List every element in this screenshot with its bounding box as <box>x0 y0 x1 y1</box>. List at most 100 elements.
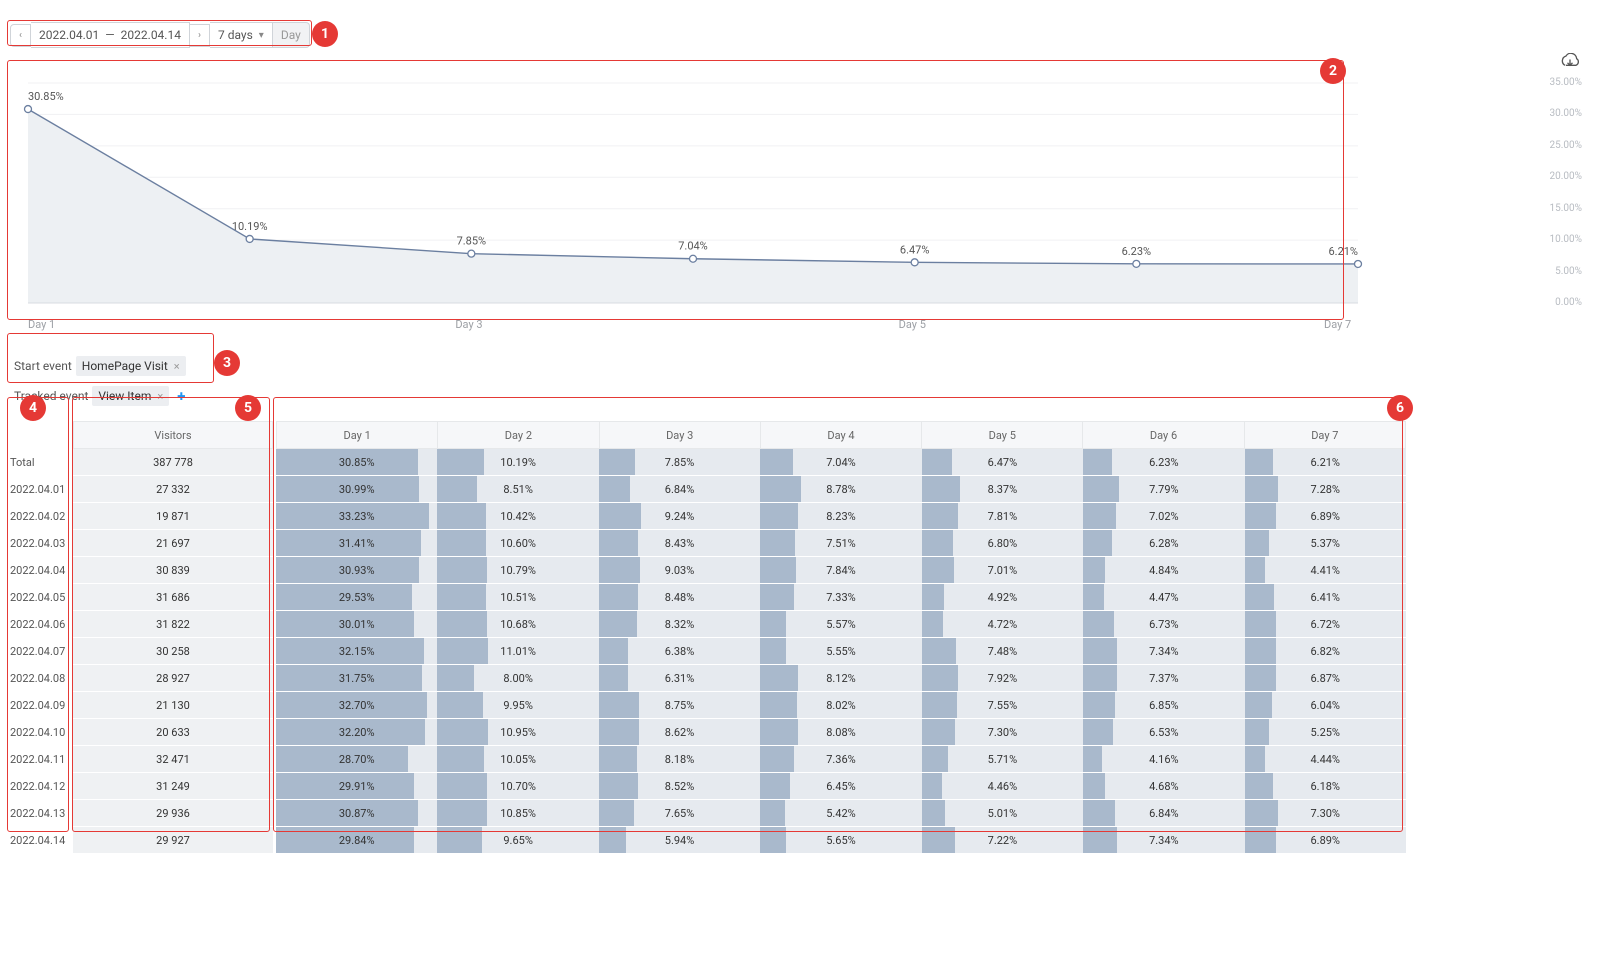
y-tick: 20.00% <box>1550 171 1582 182</box>
chevron-right-icon: › <box>198 30 201 41</box>
close-icon[interactable]: × <box>174 360 180 373</box>
svg-text:6.47%: 6.47% <box>900 243 930 256</box>
table-row: 30.85%10.19%7.85%7.04%6.47%6.23%6.21% <box>276 449 1406 476</box>
granularity-select[interactable]: Day <box>273 22 310 48</box>
retention-cell: 8.43% <box>599 530 760 557</box>
retention-cell: 6.41% <box>1245 584 1406 611</box>
retention-cell: 6.45% <box>760 773 921 800</box>
add-event-button[interactable]: + <box>173 387 189 405</box>
tracked-event-chip[interactable]: View Item × <box>92 386 169 406</box>
granularity-label: Day <box>281 28 301 42</box>
date-cell: 2022.04.08 <box>10 665 70 692</box>
retention-cell: 10.51% <box>437 584 598 611</box>
date-sep: — <box>105 28 114 42</box>
retention-cell: 7.28% <box>1245 476 1406 503</box>
svg-text:30.85%: 30.85% <box>28 90 64 103</box>
chevron-down-icon: ▾ <box>259 30 264 41</box>
download-icon[interactable] <box>1560 53 1580 74</box>
retention-cell: 8.78% <box>760 476 921 503</box>
date-cell: 2022.04.11 <box>10 746 70 773</box>
y-tick: 10.00% <box>1550 234 1582 245</box>
table-row: 29.91%10.70%8.52%6.45%4.46%4.68%6.18% <box>276 773 1406 800</box>
retention-cell: 7.36% <box>760 746 921 773</box>
retention-cell: 10.42% <box>437 503 598 530</box>
start-event-chip[interactable]: HomePage Visit × <box>76 356 186 376</box>
x-tick: Day 1 <box>28 318 55 331</box>
date-cell: 2022.04.13 <box>10 800 70 827</box>
date-from: 2022.04.01 <box>39 28 99 42</box>
retention-cell: 6.47% <box>922 449 1083 476</box>
table-row: 32.15%11.01%6.38%5.55%7.48%7.34%6.82% <box>276 638 1406 665</box>
tracked-event-chip-text: View Item <box>98 389 151 403</box>
date-cell: Total <box>10 449 70 476</box>
retention-cell: 8.48% <box>599 584 760 611</box>
retention-cell: 29.84% <box>276 827 437 854</box>
day-header: Day 4 <box>761 421 922 449</box>
svg-text:7.04%: 7.04% <box>678 240 708 253</box>
day-header: Day 2 <box>438 421 599 449</box>
retention-cell: 31.75% <box>276 665 437 692</box>
retention-cell: 9.65% <box>437 827 598 854</box>
retention-cell: 4.68% <box>1083 773 1244 800</box>
retention-cell: 4.16% <box>1083 746 1244 773</box>
retention-chart: 30.85%10.19%7.85%7.04%6.47%6.23%6.21% <box>18 78 1368 328</box>
retention-cell: 5.94% <box>599 827 760 854</box>
retention-cell: 8.12% <box>760 665 921 692</box>
retention-cell: 4.46% <box>922 773 1083 800</box>
range-select[interactable]: 7 days ▾ <box>210 22 273 48</box>
retention-cell: 10.85% <box>437 800 598 827</box>
table-row: 31.41%10.60%8.43%7.51%6.80%6.28%5.37% <box>276 530 1406 557</box>
visitors-cell: 31 822 <box>73 611 273 638</box>
date-next[interactable]: › <box>190 24 210 47</box>
y-tick: 0.00% <box>1555 297 1582 308</box>
visitors-cell: 30 258 <box>73 638 273 665</box>
date-range[interactable]: 2022.04.01 — 2022.04.14 <box>31 22 190 48</box>
date-cell: 2022.04.14 <box>10 827 70 854</box>
retention-cell: 5.37% <box>1245 530 1406 557</box>
svg-text:7.85%: 7.85% <box>457 235 487 248</box>
retention-cell: 8.18% <box>599 746 760 773</box>
callout-2: 2 <box>1320 58 1346 84</box>
retention-cell: 7.48% <box>922 638 1083 665</box>
visitors-header: Visitors <box>73 421 273 449</box>
retention-cell: 10.68% <box>437 611 598 638</box>
visitors-cell: 29 927 <box>73 827 273 854</box>
retention-cell: 5.42% <box>760 800 921 827</box>
retention-cell: 7.92% <box>922 665 1083 692</box>
retention-cell: 8.32% <box>599 611 760 638</box>
retention-cell: 9.95% <box>437 692 598 719</box>
svg-text:6.23%: 6.23% <box>1122 245 1152 258</box>
retention-cell: 7.84% <box>760 557 921 584</box>
retention-cell: 6.89% <box>1245 503 1406 530</box>
date-prev[interactable]: ‹ <box>10 24 31 47</box>
table-row: 32.70%9.95%8.75%8.02%7.55%6.85%6.04% <box>276 692 1406 719</box>
retention-cell: 7.33% <box>760 584 921 611</box>
retention-cell: 7.51% <box>760 530 921 557</box>
retention-cell: 5.65% <box>760 827 921 854</box>
date-cell: 2022.04.04 <box>10 557 70 584</box>
retention-cell: 5.25% <box>1245 719 1406 746</box>
retention-cell: 10.19% <box>437 449 598 476</box>
range-label: 7 days <box>218 28 253 42</box>
retention-cell: 10.79% <box>437 557 598 584</box>
retention-cell: 4.72% <box>922 611 1083 638</box>
visitors-cell: 30 839 <box>73 557 273 584</box>
date-header <box>10 421 70 449</box>
callout-4: 4 <box>20 395 46 421</box>
retention-cell: 10.05% <box>437 746 598 773</box>
y-tick: 25.00% <box>1550 140 1582 151</box>
table-row: 29.53%10.51%8.48%7.33%4.92%4.47%6.41% <box>276 584 1406 611</box>
retention-cell: 5.57% <box>760 611 921 638</box>
x-tick: Day 5 <box>899 318 926 331</box>
retention-cell: 7.34% <box>1083 638 1244 665</box>
table-row: 30.87%10.85%7.65%5.42%5.01%6.84%7.30% <box>276 800 1406 827</box>
retention-cell: 7.30% <box>1245 800 1406 827</box>
retention-cell: 6.82% <box>1245 638 1406 665</box>
date-cell: 2022.04.07 <box>10 638 70 665</box>
retention-cell: 6.73% <box>1083 611 1244 638</box>
close-icon[interactable]: × <box>157 390 163 403</box>
retention-cell: 30.85% <box>276 449 437 476</box>
table-row: 31.75%8.00%6.31%8.12%7.92%7.37%6.87% <box>276 665 1406 692</box>
table-row: 29.84%9.65%5.94%5.65%7.22%7.34%6.89% <box>276 827 1406 854</box>
visitors-cell: 20 633 <box>73 719 273 746</box>
